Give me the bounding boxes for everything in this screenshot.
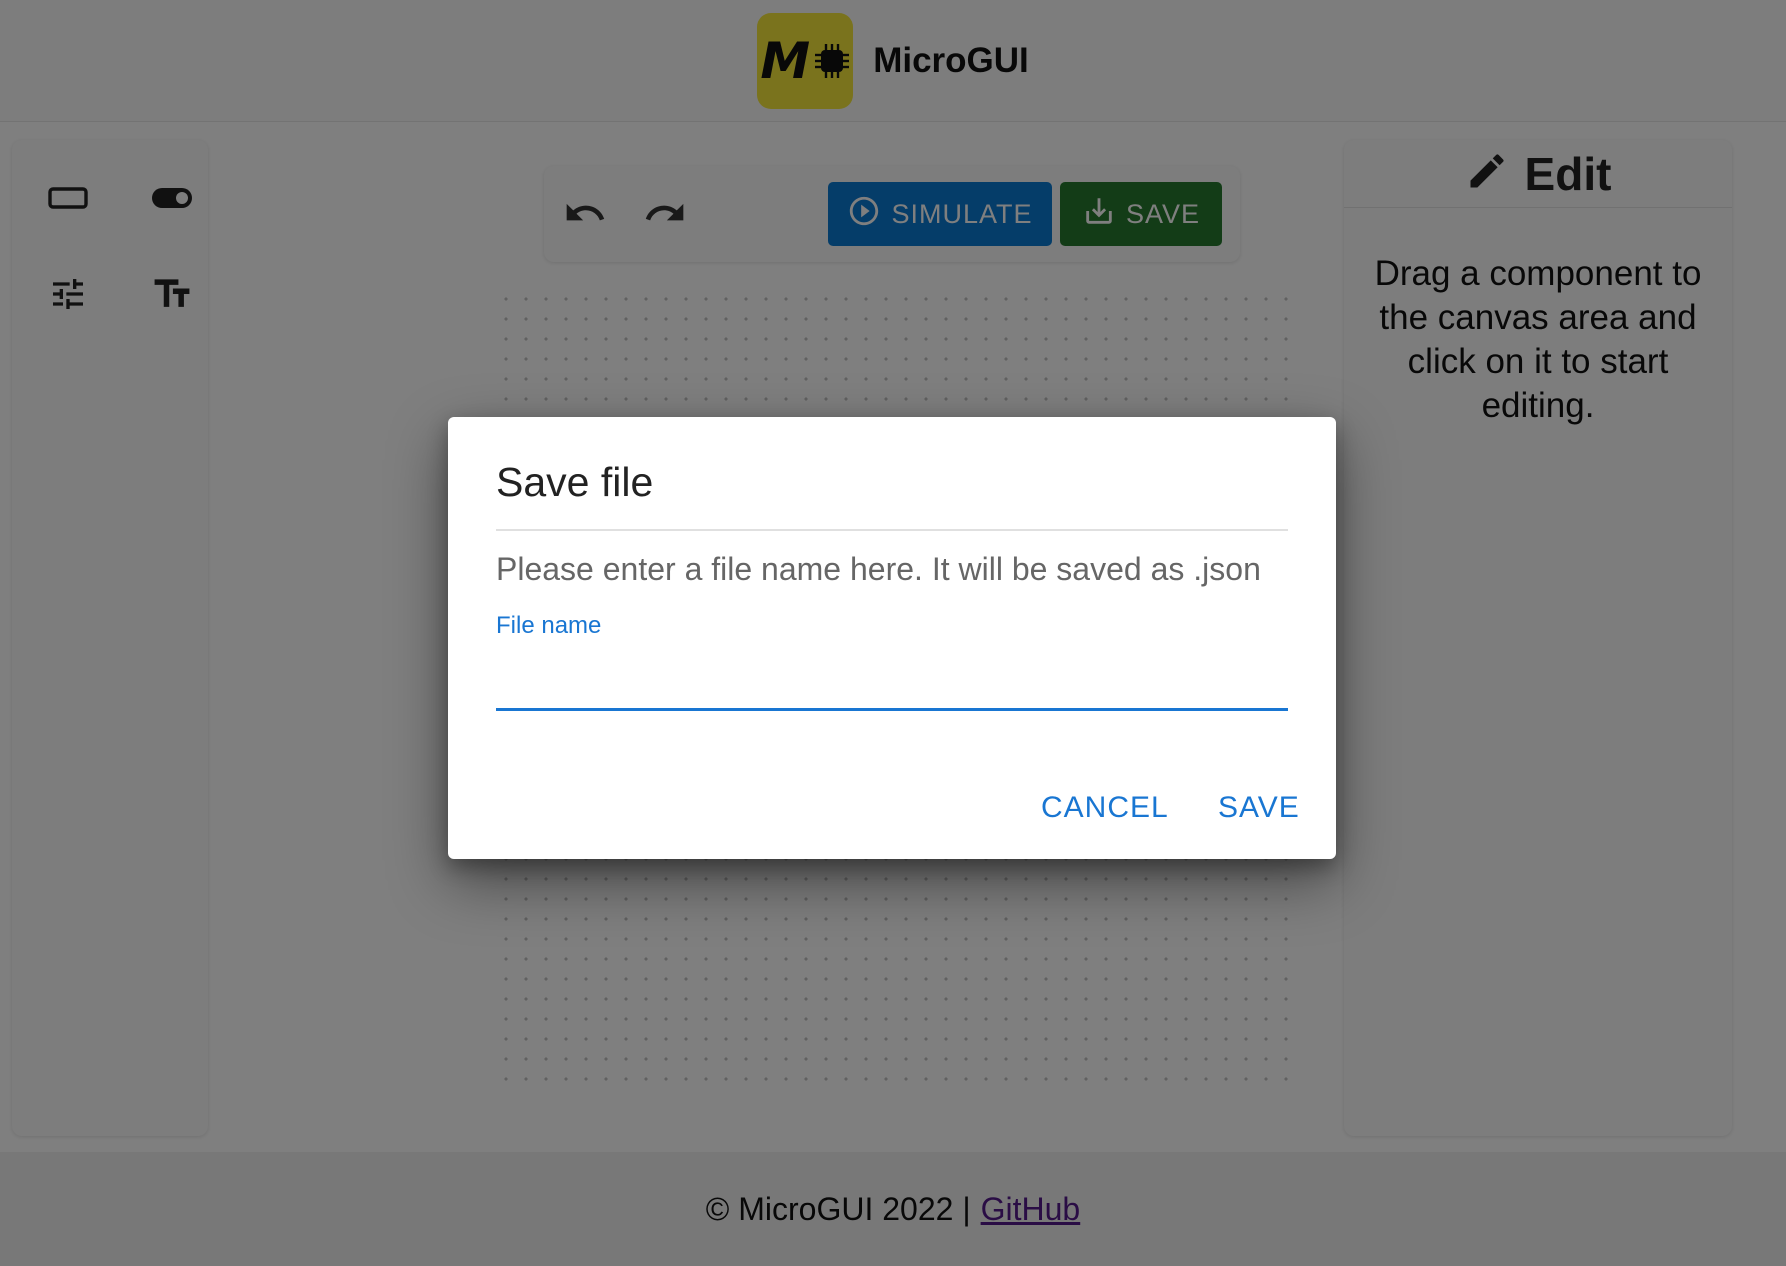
save-file-dialog: Save file Please enter a file name here.… [448,417,1336,859]
dialog-description: Please enter a file name here. It will b… [496,551,1261,587]
cancel-button[interactable]: CANCEL [1041,784,1169,832]
dialog-save-button[interactable]: SAVE [1218,784,1300,832]
dialog-title: Save file [496,459,1288,531]
file-name-input[interactable] [496,653,1288,711]
file-name-label: File name [496,612,602,639]
